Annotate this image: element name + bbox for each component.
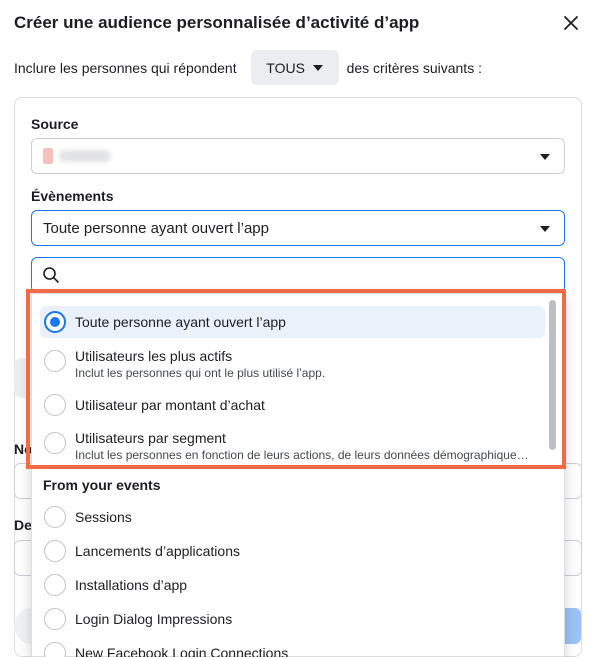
- events-select[interactable]: Toute personne ayant ouvert l’app: [31, 210, 565, 246]
- hidden-control-edge: [14, 358, 30, 398]
- option-label: Login Dialog Impressions: [75, 611, 233, 627]
- field-label-partial-1: No: [14, 441, 33, 457]
- field-label-partial-2: De: [14, 517, 32, 533]
- include-suffix: des critères suivants :: [346, 59, 482, 76]
- caret-down-icon: [540, 154, 550, 160]
- events-select-value: Toute personne ayant ouvert l’app: [43, 219, 269, 237]
- radio-icon: [44, 350, 66, 372]
- event-option-all-openers[interactable]: Toute personne ayant ouvert l’app: [40, 306, 545, 338]
- option-label: Toute personne ayant ouvert l’app: [75, 314, 286, 330]
- radio-icon: [44, 432, 66, 454]
- event-option-segment[interactable]: Utilisateurs par segment Inclut les pers…: [40, 425, 545, 467]
- create-audience-dialog: Créer une audience personnalisée d’activ…: [0, 0, 597, 657]
- caret-down-icon: [540, 226, 550, 232]
- match-type-value: TOUS: [266, 59, 305, 76]
- option-label: Installations d’app: [75, 577, 188, 593]
- event-search-input[interactable]: [31, 257, 565, 293]
- event-option-app-launches[interactable]: Lancements d’applications: [40, 538, 545, 564]
- option-description: Inclut les personnes en fonction de leur…: [75, 448, 533, 462]
- option-label: Utilisateur par montant d’achat: [75, 397, 265, 413]
- event-option-purchase-amount[interactable]: Utilisateur par montant d’achat: [40, 391, 545, 421]
- source-select[interactable]: [31, 138, 565, 174]
- event-option-sessions[interactable]: Sessions: [40, 504, 545, 530]
- dropdown-scrollbar[interactable]: [549, 300, 556, 450]
- radio-icon: [44, 394, 66, 416]
- option-label: Lancements d’applications: [75, 543, 240, 559]
- include-row: Inclure les personnes qui répondent TOUS…: [14, 50, 482, 85]
- primary-button-edge[interactable]: [565, 608, 581, 644]
- section-title-your-events: From your events: [43, 477, 161, 493]
- radio-icon: [44, 642, 66, 657]
- dialog-title: Créer une audience personnalisée d’activ…: [14, 13, 420, 32]
- event-option-most-active[interactable]: Utilisateurs les plus actifs Inclut les …: [40, 343, 545, 385]
- option-label: Utilisateurs les plus actifs: [75, 348, 233, 364]
- include-prefix: Inclure les personnes qui répondent: [14, 59, 237, 76]
- radio-selected-icon: [44, 311, 66, 333]
- caret-down-icon: [312, 64, 323, 71]
- events-label: Évènements: [31, 188, 114, 204]
- app-icon-redacted: [43, 148, 53, 164]
- event-option-login-dialog[interactable]: Login Dialog Impressions: [40, 606, 545, 632]
- app-name-redacted: [59, 150, 111, 162]
- match-type-dropdown[interactable]: TOUS: [250, 50, 339, 85]
- radio-icon: [44, 608, 66, 630]
- radio-icon: [44, 574, 66, 596]
- close-icon[interactable]: [560, 12, 582, 34]
- event-option-fb-login-connections[interactable]: New Facebook Login Connections: [40, 640, 545, 657]
- option-label: Utilisateurs par segment: [75, 430, 226, 446]
- radio-icon: [44, 540, 66, 562]
- option-label: Sessions: [75, 509, 132, 525]
- radio-icon: [44, 506, 66, 528]
- event-option-app-installs[interactable]: Installations d’app: [40, 572, 545, 598]
- option-description: Inclut les personnes qui ont le plus uti…: [75, 366, 326, 380]
- option-label: New Facebook Login Connections: [75, 645, 289, 657]
- search-icon: [43, 267, 59, 283]
- source-label: Source: [31, 116, 79, 132]
